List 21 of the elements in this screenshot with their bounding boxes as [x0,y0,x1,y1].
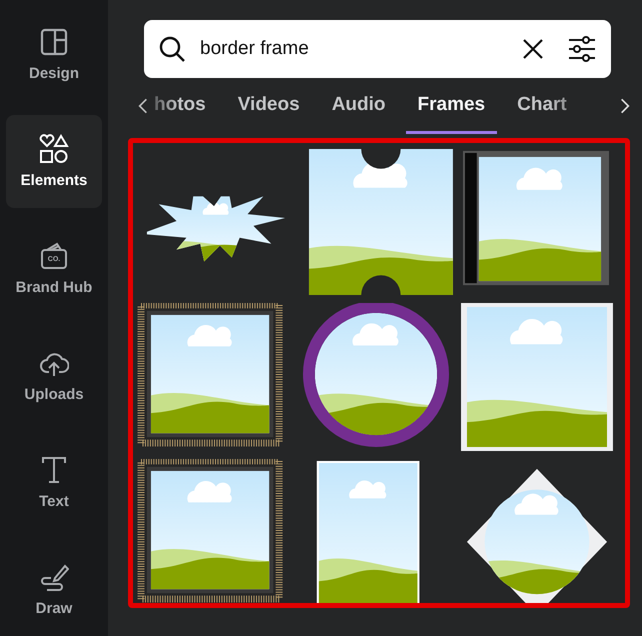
sidebar-item[interactable]: Draw [6,543,102,636]
sidebar-item[interactable]: Design [6,8,102,101]
shapes-icon [39,134,69,164]
tab[interactable]: Audio [320,78,398,134]
tab[interactable]: Frames [406,78,498,134]
text-icon [39,455,69,485]
sidebar-item[interactable]: Uploads [6,329,102,422]
chevron-right-icon[interactable] [620,97,630,115]
search-icon [158,35,186,63]
close-icon[interactable] [521,37,545,61]
search-bar[interactable]: border frame [144,20,611,78]
filter-icon[interactable] [567,34,597,64]
sidebar-item[interactable]: Text [6,436,102,529]
layout-icon [39,27,69,57]
tab[interactable]: Chart [505,78,579,134]
tab[interactable]: Videos [226,78,312,134]
pen-icon [39,562,69,592]
sidebar-item[interactable]: Elements [6,115,102,208]
chevron-left-icon[interactable] [138,97,148,115]
tab[interactable]: hotos [154,78,218,134]
search-field[interactable]: border frame [198,37,509,61]
